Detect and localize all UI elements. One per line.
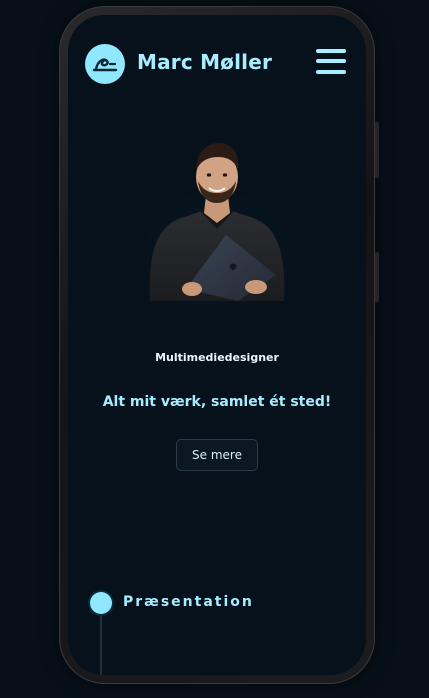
phone-side-button [375,252,379,302]
portrait-photo [142,143,292,305]
se-mere-button[interactable]: Se mere [176,439,258,471]
signature-logo-icon[interactable] [85,44,125,84]
menu-bar [316,49,346,53]
phone-screen: Marc Møller Multimediedesigner Alt mit v… [68,15,366,675]
menu-bar [316,70,346,74]
signature-logo-glyph [92,58,118,72]
brand-name[interactable]: Marc Møller [137,50,272,74]
hero-tagline: Alt mit værk, samlet ét sted! [102,394,332,410]
section-title: Præsentation [123,594,254,610]
hamburger-menu-icon[interactable] [316,48,348,76]
hero-title: Multimediedesigner [155,351,279,364]
page-background: Marc Møller Multimediedesigner Alt mit v… [0,0,429,698]
phone-side-button [375,122,379,178]
menu-bar [316,59,346,63]
timeline-dot-icon [90,592,112,614]
timeline-line [100,611,102,675]
